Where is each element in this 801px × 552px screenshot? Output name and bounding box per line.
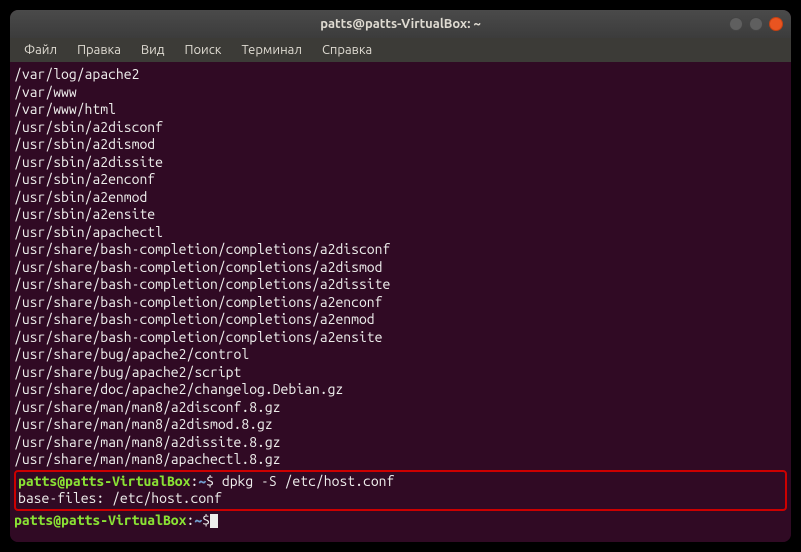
output-line: /usr/share/doc/apache2/changelog.Debian.…	[14, 381, 787, 399]
titlebar[interactable]: patts@patts-VirtualBox: ~	[10, 10, 791, 38]
output-line: /var/www/html	[14, 101, 787, 119]
prompt-path: ~	[198, 473, 206, 489]
output-line: /usr/share/bash-completion/completions/a…	[14, 294, 787, 312]
output-line: /usr/share/man/man8/a2dissite.8.gz	[14, 434, 787, 452]
prompt-line: patts@patts-VirtualBox:~$ dpkg -S /etc/h…	[18, 473, 783, 491]
menubar: Файл Правка Вид Поиск Терминал Справка	[10, 38, 791, 62]
output-line: /usr/sbin/a2ensite	[14, 206, 787, 224]
terminal-window: patts@patts-VirtualBox: ~ Файл Правка Ви…	[10, 10, 791, 542]
output-line: /usr/share/bash-completion/completions/a…	[14, 311, 787, 329]
prompt-user-host: patts@patts-VirtualBox	[14, 512, 186, 528]
prompt-dollar: $	[202, 512, 210, 528]
window-title: patts@patts-VirtualBox: ~	[320, 17, 481, 31]
menu-search[interactable]: Поиск	[176, 41, 229, 59]
output-line: /var/www	[14, 84, 787, 102]
output-line: /usr/share/bash-completion/completions/a…	[14, 276, 787, 294]
close-icon[interactable]	[769, 17, 783, 31]
output-line: /usr/share/bash-completion/completions/a…	[14, 241, 787, 259]
menu-terminal[interactable]: Терминал	[233, 41, 309, 59]
menu-file[interactable]: Файл	[16, 41, 65, 59]
output-line: /usr/share/man/man8/a2dismod.8.gz	[14, 416, 787, 434]
output-line: /usr/share/man/man8/a2disconf.8.gz	[14, 399, 787, 417]
terminal-output[interactable]: /var/log/apache2 /var/www /var/www/html …	[10, 62, 791, 542]
maximize-icon[interactable]	[749, 17, 763, 31]
prompt-user-host: patts@patts-VirtualBox	[18, 473, 190, 489]
result-line: base-files: /etc/host.conf	[18, 490, 783, 508]
output-line: /usr/share/man/man8/apachectl.8.gz	[14, 451, 787, 469]
output-line: /var/log/apache2	[14, 66, 787, 84]
output-line: /usr/share/bash-completion/completions/a…	[14, 329, 787, 347]
menu-view[interactable]: Вид	[133, 41, 173, 59]
window-controls	[729, 17, 783, 31]
output-line: /usr/sbin/a2dissite	[14, 154, 787, 172]
output-line: /usr/share/bug/apache2/control	[14, 346, 787, 364]
highlight-annotation: patts@patts-VirtualBox:~$ dpkg -S /etc/h…	[14, 470, 787, 511]
output-line: /usr/sbin/a2disconf	[14, 119, 787, 137]
output-line: /usr/sbin/apachectl	[14, 224, 787, 242]
minimize-icon[interactable]	[729, 17, 743, 31]
prompt-dollar: $	[206, 473, 214, 489]
command-text: dpkg -S /etc/host.conf	[214, 473, 394, 489]
output-line: /usr/sbin/a2enconf	[14, 171, 787, 189]
cursor-icon	[210, 514, 218, 528]
output-line: /usr/sbin/a2enmod	[14, 189, 787, 207]
menu-help[interactable]: Справка	[314, 41, 380, 59]
prompt-line: patts@patts-VirtualBox:~$	[14, 512, 787, 530]
output-line: /usr/sbin/a2dismod	[14, 136, 787, 154]
menu-edit[interactable]: Правка	[69, 41, 129, 59]
prompt-path: ~	[194, 512, 202, 528]
output-line: /usr/share/bug/apache2/script	[14, 364, 787, 382]
output-line: /usr/share/bash-completion/completions/a…	[14, 259, 787, 277]
